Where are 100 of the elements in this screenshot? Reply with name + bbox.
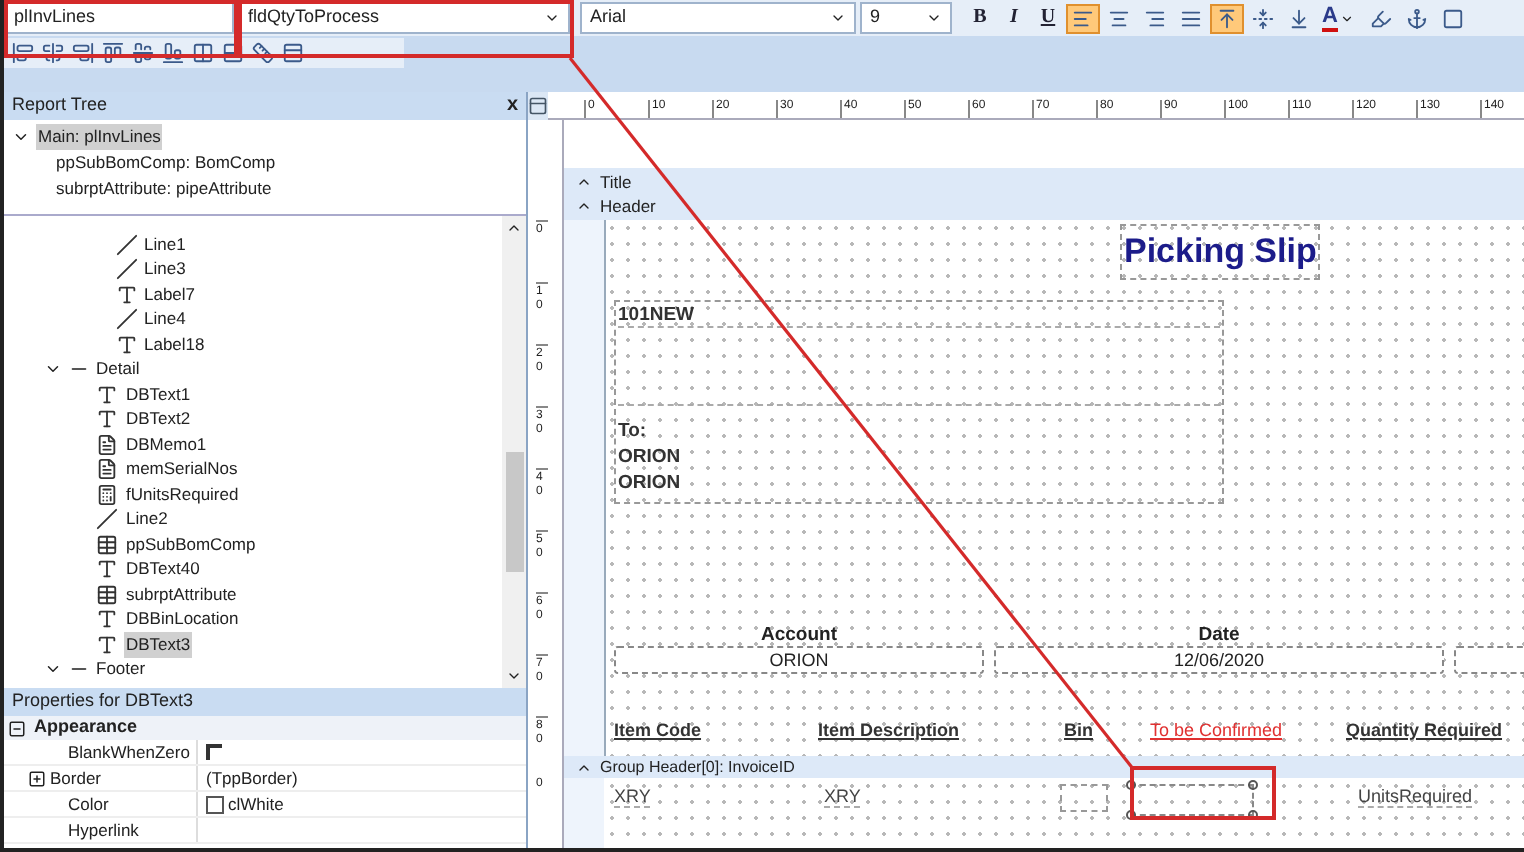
valign-bottom-icon (1288, 7, 1310, 29)
tree-item[interactable]: DBText40 (124, 556, 202, 583)
align-center-icon (1108, 7, 1130, 29)
property-name: Color (66, 791, 109, 817)
font-size-dropdown[interactable]: 9 (860, 2, 952, 34)
column-heading: Item Description (818, 718, 962, 744)
tree-item[interactable]: memSerialNos (124, 456, 240, 483)
tree-item[interactable]: Line2 (124, 506, 170, 533)
collapse-icon[interactable] (12, 128, 30, 146)
address-text: ORION (618, 444, 683, 470)
letter-icon (116, 283, 138, 306)
data-field[interactable]: UnitsRequired (1358, 786, 1473, 808)
caret-icon (1339, 11, 1354, 25)
tree-item[interactable]: ppSubBomComp: BomComp (56, 150, 276, 176)
property-name: Border (50, 765, 102, 791)
band-label: Title (600, 169, 632, 195)
align-left-button[interactable] (1066, 3, 1100, 33)
property-name: BlankWhenZero (66, 739, 190, 765)
valign-top-icon (1216, 7, 1238, 29)
field-dropdown[interactable]: fldQtyToProcess (238, 2, 570, 34)
tree-item[interactable]: DBBinLocation (124, 606, 241, 633)
panel-title: Properties for DBText3 (12, 688, 194, 715)
tree-item[interactable]: DBText1 (124, 381, 193, 408)
letter-icon (96, 383, 118, 406)
anchor-icon (1406, 7, 1428, 29)
letter-icon (96, 558, 118, 581)
field-frame: ORION (614, 646, 984, 674)
property-value[interactable]: (TppBorder) (206, 765, 298, 791)
calculator-icon (96, 483, 118, 506)
band-label: Group Header[0]: InvoiceID (600, 755, 795, 779)
scrollbar-thumb[interactable] (505, 452, 523, 572)
report-title: Picking Slip (1120, 224, 1321, 279)
column-heading: To be Confirmed (1150, 718, 1285, 744)
close-button[interactable]: x (506, 96, 518, 116)
line-icon (116, 308, 138, 331)
tree-item[interactable]: Label7 (144, 281, 196, 308)
column-heading: Account (761, 622, 837, 646)
memo-icon (96, 433, 118, 456)
font-color-button[interactable]: A (1318, 3, 1362, 33)
field-frame: 12/06/2020 (994, 646, 1444, 674)
tree-item[interactable]: Detail (96, 356, 140, 383)
column-heading: Quantity Required (1346, 718, 1505, 744)
tree-item[interactable]: ppSubBomComp (124, 531, 258, 558)
highlight-icon (1370, 7, 1392, 29)
border-icon (1442, 7, 1464, 29)
grid-toggle-icon[interactable] (528, 96, 548, 116)
band-label: Header (600, 193, 656, 219)
caret-icon (830, 10, 846, 26)
line-icon (96, 508, 118, 531)
property-value[interactable]: clWhite (228, 791, 284, 817)
valign-top-button[interactable] (1210, 3, 1244, 33)
tree-item[interactable]: DBText2 (124, 406, 193, 433)
letter-icon (96, 633, 118, 656)
data-field[interactable] (1060, 784, 1108, 812)
scroll-up-icon[interactable] (506, 220, 522, 236)
line-icon (116, 233, 138, 256)
tree-item[interactable]: Line1 (144, 231, 186, 258)
address-text: 101NEW (618, 302, 697, 326)
caret-icon (544, 10, 560, 26)
to-label: To: (618, 418, 649, 444)
scrollbar[interactable] (502, 216, 526, 688)
checkbox[interactable] (206, 744, 222, 760)
table-icon (96, 533, 118, 556)
column-heading: Item Code (614, 718, 704, 744)
dataset-dropdown[interactable]: plInvLines (4, 2, 234, 34)
font-dropdown[interactable]: Arial (580, 2, 856, 34)
scroll-down-icon[interactable] (506, 668, 522, 684)
tree-item[interactable]: Main: plInvLines (36, 124, 163, 150)
tree-item[interactable]: Line3 (144, 256, 186, 283)
line-icon (116, 258, 138, 281)
panel-title: Report Tree (12, 92, 108, 119)
property-name: Hyperlink (66, 817, 139, 843)
tree-item[interactable]: fUnitsRequired (124, 481, 241, 508)
tree-item[interactable]: subrptAttribute: pipeAttribute (56, 176, 272, 202)
data-field[interactable]: XRY (824, 786, 861, 808)
tree-item[interactable]: DBMemo1 (124, 431, 209, 458)
letter-icon (96, 608, 118, 631)
data-field[interactable]: XRY (614, 786, 651, 808)
format-button[interactable]: I (998, 3, 1030, 33)
letter-icon (116, 333, 138, 356)
tree-item[interactable]: Label18 (144, 331, 205, 358)
tree-item[interactable]: Line4 (144, 306, 186, 333)
caret-icon (926, 10, 942, 26)
expand-icon[interactable] (28, 769, 46, 787)
memo-icon (96, 458, 118, 481)
tree-item[interactable]: subrptAttribute (124, 581, 239, 608)
address-text: ORION (618, 470, 683, 496)
collapse-icon[interactable] (8, 719, 26, 737)
valign-middle-icon (1252, 7, 1274, 29)
letter-icon (96, 408, 118, 431)
align-right-icon (1144, 7, 1166, 29)
format-button[interactable]: B (964, 3, 996, 33)
tree-item[interactable]: DBText3 (124, 631, 193, 658)
selected-field[interactable] (1130, 784, 1254, 816)
justify-icon (1180, 7, 1202, 29)
column-heading: Bin (1064, 718, 1095, 744)
format-button[interactable]: U (1032, 3, 1064, 33)
tree-item[interactable]: Footer (96, 656, 146, 683)
table-icon (96, 583, 118, 606)
column-heading: Date (1198, 622, 1240, 646)
